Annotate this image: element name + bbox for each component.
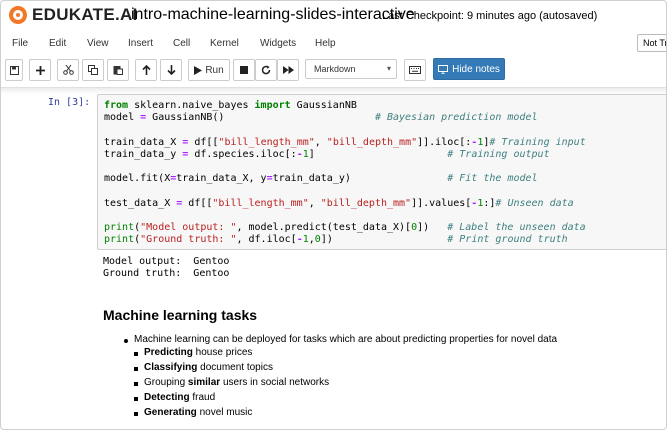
copy-button[interactable] bbox=[82, 59, 104, 81]
run-label: Run bbox=[205, 64, 224, 76]
list-item: Generating novel music bbox=[144, 407, 253, 418]
keyboard-icon bbox=[409, 66, 421, 74]
list-item: Predicting house prices bbox=[144, 347, 253, 358]
notebook-title[interactable]: intro-machine-learning-slides-interactiv… bbox=[131, 6, 415, 24]
list-item: Grouping similar users in social network… bbox=[144, 377, 330, 388]
save-button[interactable] bbox=[5, 59, 23, 81]
cut-button[interactable] bbox=[57, 59, 79, 81]
code-line: print("Model output: ", model.predict(te… bbox=[104, 222, 586, 233]
menubar: File Edit View Insert Cell Kernel Widget… bbox=[1, 33, 666, 55]
code-line: from sklearn.naive_bayes import Gaussian… bbox=[104, 100, 357, 111]
restart-icon bbox=[261, 65, 271, 75]
presentation-icon bbox=[438, 64, 449, 74]
list-item: Detecting fraud bbox=[144, 392, 216, 403]
save-icon bbox=[9, 65, 19, 75]
menu-kernel[interactable]: Kernel bbox=[210, 38, 239, 49]
bullet-icon bbox=[134, 397, 138, 401]
bullet-icon bbox=[134, 367, 138, 371]
hide-notes-label: Hide notes bbox=[452, 63, 500, 75]
play-icon bbox=[194, 65, 203, 75]
trusted-indicator[interactable]: Not Tr bbox=[637, 34, 666, 52]
menu-view[interactable]: View bbox=[87, 38, 109, 49]
menu-cell[interactable]: Cell bbox=[173, 38, 190, 49]
move-up-button[interactable] bbox=[135, 59, 157, 81]
bullet-icon bbox=[134, 352, 138, 356]
header: EDUKATE.AI intro-machine-learning-slides… bbox=[1, 1, 666, 31]
run-button[interactable]: Run bbox=[188, 59, 230, 81]
menu-widgets[interactable]: Widgets bbox=[260, 38, 296, 49]
cell-type-select[interactable]: Markdown ▾ bbox=[305, 59, 397, 79]
checkpoint-status: Last Checkpoint: 9 minutes ago (autosave… bbox=[382, 10, 598, 22]
cell-type-value: Markdown bbox=[314, 64, 356, 74]
input-prompt: In [3]: bbox=[48, 97, 91, 108]
notebook-window: EDUKATE.AI intro-machine-learning-slides… bbox=[0, 0, 667, 430]
output-line: Model output: Gentoo bbox=[103, 256, 230, 267]
insert-cell-button[interactable] bbox=[29, 59, 51, 81]
jupyter-logo-icon bbox=[9, 6, 27, 24]
output-line: Ground truth: Gentoo bbox=[103, 268, 230, 279]
command-palette-button[interactable] bbox=[404, 59, 426, 81]
stop-icon bbox=[240, 66, 248, 74]
code-line: test_data_X = df[["bill_length_mm", "bil… bbox=[104, 198, 574, 209]
logo-text: EDUKATE.AI bbox=[32, 5, 138, 24]
interrupt-button[interactable] bbox=[233, 59, 255, 81]
menu-help[interactable]: Help bbox=[315, 38, 336, 49]
copy-icon bbox=[88, 65, 98, 75]
code-line: print("Ground truth: ", df.iloc[-1,0]) #… bbox=[104, 234, 568, 245]
menu-edit[interactable]: Edit bbox=[49, 38, 66, 49]
code-line: train_data_y = df.species.iloc[:-1] # Tr… bbox=[104, 149, 550, 160]
fast-forward-icon bbox=[282, 66, 294, 74]
move-down-button[interactable] bbox=[160, 59, 182, 81]
arrow-down-icon bbox=[166, 65, 176, 75]
bullet-icon bbox=[134, 412, 138, 416]
logo[interactable]: EDUKATE.AI bbox=[9, 5, 138, 25]
bullet-icon bbox=[134, 382, 138, 386]
bullet-icon bbox=[124, 339, 128, 343]
menu-file[interactable]: File bbox=[12, 38, 28, 49]
restart-button[interactable] bbox=[255, 59, 277, 81]
code-line: model.fit(X=train_data_X, y=train_data_y… bbox=[104, 173, 538, 184]
code-cell[interactable]: from sklearn.naive_bayes import Gaussian… bbox=[97, 94, 666, 250]
paste-icon bbox=[113, 66, 123, 75]
restart-run-all-button[interactable] bbox=[277, 59, 299, 81]
arrow-up-icon bbox=[141, 65, 151, 75]
list-item: Classifying document topics bbox=[144, 362, 273, 373]
paste-button[interactable] bbox=[107, 59, 129, 81]
plus-icon bbox=[35, 65, 45, 75]
list-item: Machine learning can be deployed for tas… bbox=[134, 334, 558, 345]
chevron-down-icon: ▾ bbox=[386, 64, 391, 73]
code-line: model = GaussianNB() # Bayesian predicti… bbox=[104, 112, 538, 123]
hide-notes-button[interactable]: Hide notes bbox=[433, 58, 505, 80]
markdown-heading: Machine learning tasks bbox=[103, 307, 258, 323]
menu-insert[interactable]: Insert bbox=[128, 38, 153, 49]
code-line: train_data_X = df[["bill_length_mm", "bi… bbox=[104, 137, 586, 148]
scissors-icon bbox=[62, 65, 74, 75]
